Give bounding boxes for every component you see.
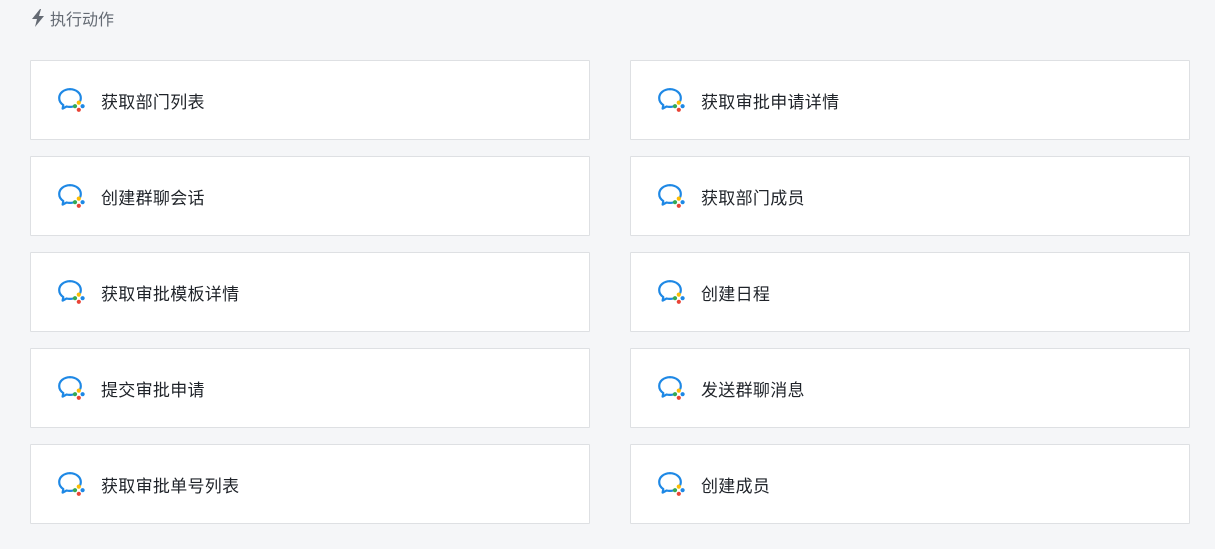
action-label: 发送群聊消息 — [701, 380, 805, 401]
action-card-get-department-list[interactable]: 获取部门列表 — [30, 60, 590, 140]
action-label: 创建群聊会话 — [101, 188, 205, 209]
action-card-get-approval-template-detail[interactable]: 获取审批模板详情 — [30, 252, 590, 332]
action-label: 获取审批单号列表 — [101, 476, 240, 497]
section-title: 执行动作 — [50, 10, 115, 29]
action-label: 创建成员 — [701, 476, 771, 497]
wecom-chat-icon — [657, 279, 687, 305]
action-card-create-schedule[interactable]: 创建日程 — [630, 252, 1190, 332]
wecom-chat-icon — [57, 375, 87, 401]
action-card-get-department-members[interactable]: 获取部门成员 — [630, 156, 1190, 236]
wecom-chat-icon — [57, 471, 87, 497]
wecom-chat-icon — [657, 183, 687, 209]
section-header: 执行动作 — [30, 7, 114, 29]
wecom-chat-icon — [657, 471, 687, 497]
action-label: 获取审批申请详情 — [701, 92, 840, 113]
action-label: 获取部门列表 — [101, 92, 205, 113]
action-card-submit-approval[interactable]: 提交审批申请 — [30, 348, 590, 428]
action-label: 创建日程 — [701, 284, 771, 305]
wecom-chat-icon — [57, 87, 87, 113]
action-label: 获取审批模板详情 — [101, 284, 240, 305]
action-label: 提交审批申请 — [101, 380, 205, 401]
action-grid: 获取部门列表 获取审批申请详情 创建群聊会话 获取部门成员 获取审批模板详情 创… — [30, 60, 1190, 524]
wecom-chat-icon — [57, 183, 87, 209]
action-card-send-group-message[interactable]: 发送群聊消息 — [630, 348, 1190, 428]
wecom-chat-icon — [657, 375, 687, 401]
action-card-get-approval-detail[interactable]: 获取审批申请详情 — [630, 60, 1190, 140]
wecom-chat-icon — [657, 87, 687, 113]
wecom-chat-icon — [57, 279, 87, 305]
action-card-create-member[interactable]: 创建成员 — [630, 444, 1190, 524]
action-label: 获取部门成员 — [701, 188, 805, 209]
lightning-icon — [30, 9, 46, 27]
action-card-get-approval-number-list[interactable]: 获取审批单号列表 — [30, 444, 590, 524]
action-card-create-group-chat[interactable]: 创建群聊会话 — [30, 156, 590, 236]
